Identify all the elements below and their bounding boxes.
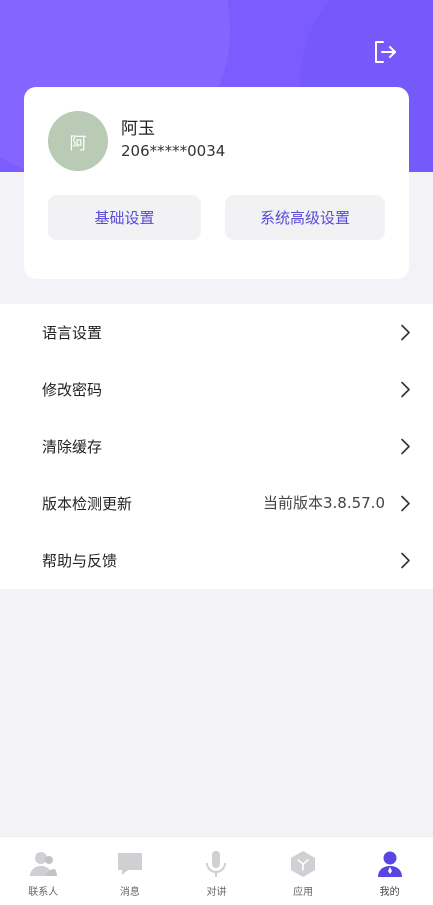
settings-menu: 语言设置 修改密码 清除缓存 版本检测更新 当前版本3.8.57.0 帮助与反馈 xyxy=(0,304,433,589)
microphone-icon xyxy=(206,851,227,877)
avatar-initial: 阿 xyxy=(69,133,87,154)
tab-label: 对讲 xyxy=(206,887,227,898)
tab-apps[interactable]: 应用 xyxy=(260,837,347,905)
tab-label: 应用 xyxy=(293,887,314,898)
menu-item-label: 帮助与反馈 xyxy=(42,552,118,570)
user-name: 阿玉 xyxy=(121,119,155,139)
chevron-right-icon xyxy=(401,324,410,341)
bottom-tab-bar: 联系人 消息 对讲 应用 我的 xyxy=(0,836,433,905)
tab-label: 我的 xyxy=(379,887,400,898)
message-icon xyxy=(117,853,142,875)
current-version-value: 当前版本3.8.57.0 xyxy=(262,494,385,512)
menu-item-label: 版本检测更新 xyxy=(42,495,133,513)
menu-item-language[interactable]: 语言设置 xyxy=(0,304,433,361)
logout-button[interactable] xyxy=(372,39,398,65)
menu-item-clear-cache[interactable]: 清除缓存 xyxy=(0,418,433,475)
chevron-right-icon xyxy=(401,438,410,455)
menu-item-label: 清除缓存 xyxy=(42,438,103,456)
menu-item-check-update[interactable]: 版本检测更新 当前版本3.8.57.0 xyxy=(0,475,433,532)
chevron-right-icon xyxy=(401,552,410,569)
tab-label: 消息 xyxy=(119,887,140,898)
logout-icon xyxy=(375,41,396,63)
menu-item-help-feedback[interactable]: 帮助与反馈 xyxy=(0,532,433,589)
tab-messages[interactable]: 消息 xyxy=(87,837,174,905)
tab-mine[interactable]: 我的 xyxy=(346,837,433,905)
chevron-right-icon xyxy=(401,495,410,512)
profile-icon xyxy=(377,851,402,877)
user-phone: 206*****0034 xyxy=(121,142,226,160)
profile-card: 阿 阿玉 206*****0034 基础设置 系统高级设置 xyxy=(24,87,409,279)
tab-label: 联系人 xyxy=(28,887,59,898)
menu-item-label: 语言设置 xyxy=(42,324,103,342)
menu-item-label: 修改密码 xyxy=(42,381,103,399)
menu-item-change-password[interactable]: 修改密码 xyxy=(0,361,433,418)
tab-intercom[interactable]: 对讲 xyxy=(173,837,260,905)
basic-settings-button[interactable]: 基础设置 xyxy=(48,195,201,240)
contacts-icon xyxy=(30,852,58,876)
tab-contacts[interactable]: 联系人 xyxy=(0,837,87,905)
avatar[interactable]: 阿 xyxy=(48,111,108,171)
apps-cube-icon xyxy=(291,851,316,877)
advanced-settings-button[interactable]: 系统高级设置 xyxy=(225,195,385,240)
chevron-right-icon xyxy=(401,381,410,398)
